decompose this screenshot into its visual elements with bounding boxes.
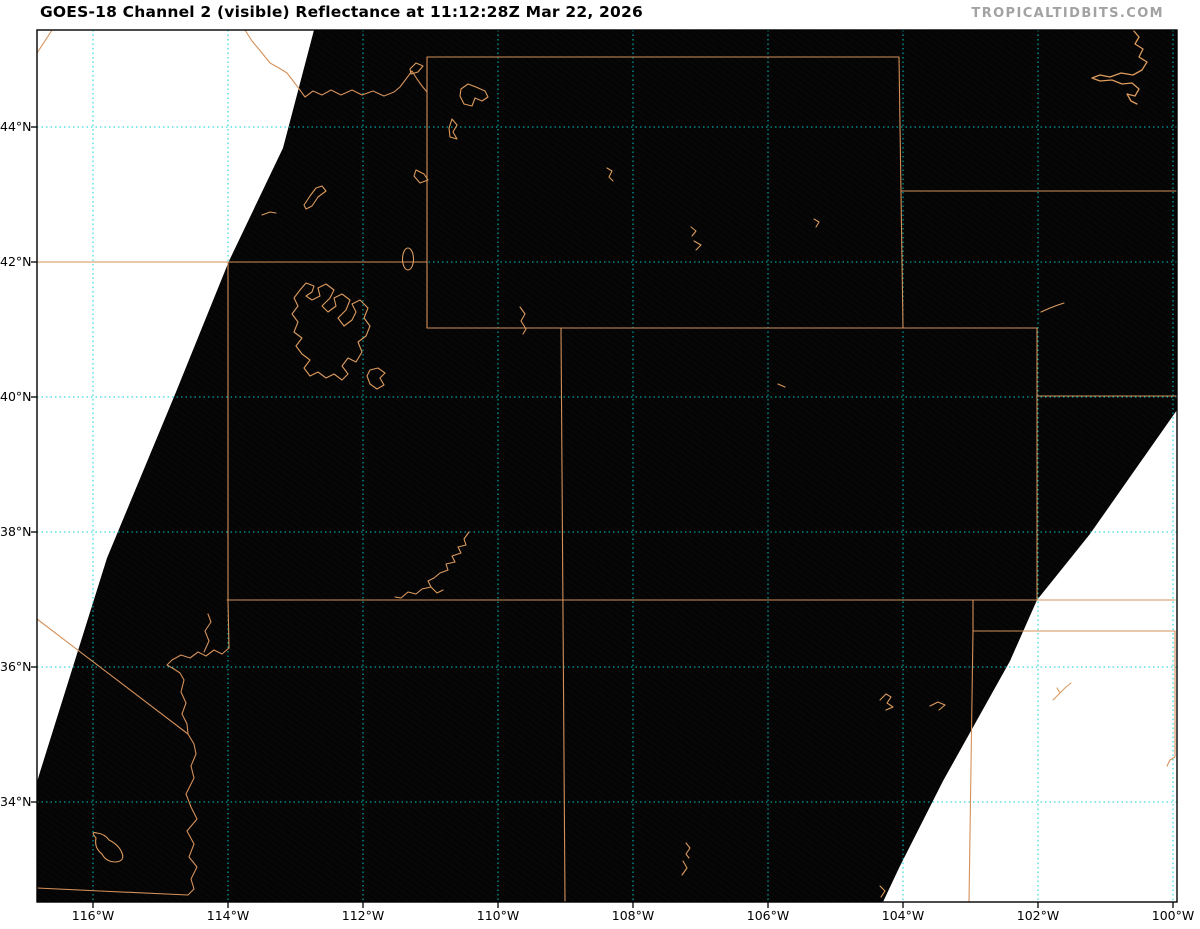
lat-label-42n: 42°N [0, 254, 32, 269]
lon-label-106w: 106°W [746, 908, 790, 923]
scan-footprint [37, 30, 1177, 902]
lake-meredith [1052, 682, 1072, 701]
lat-label-36n: 36°N [0, 659, 32, 674]
page: { "header": { "title": "GOES-18 Channel … [0, 0, 1200, 929]
snake-river-corner [36, 29, 53, 54]
lon-label-116w: 116°W [71, 908, 115, 923]
satellite-data-region [37, 30, 1177, 902]
lon-label-110w: 110°W [476, 908, 520, 923]
satellite-map [31, 29, 1178, 908]
lon-label-108w: 108°W [611, 908, 655, 923]
lat-label-34n: 34°N [0, 794, 32, 809]
texas-100w-border [1166, 630, 1176, 767]
lat-label-38n: 38°N [0, 524, 32, 539]
left-ticks [31, 126, 37, 803]
lat-label-44n: 44°N [0, 119, 32, 134]
lon-label-100w: 100°W [1151, 908, 1195, 923]
lat-label-40n: 40°N [0, 389, 32, 404]
lon-label-114w: 114°W [206, 908, 250, 923]
lon-label-104w: 104°W [881, 908, 925, 923]
lon-label-102w: 102°W [1016, 908, 1060, 923]
lon-label-112w: 112°W [341, 908, 385, 923]
